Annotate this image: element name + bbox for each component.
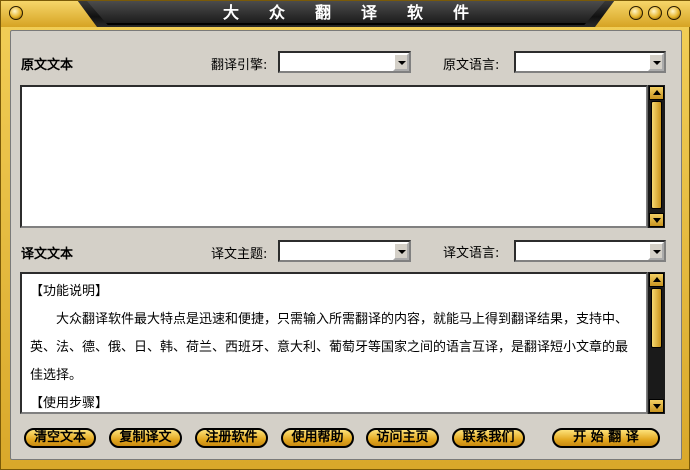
register-button[interactable]: 注册软件 bbox=[195, 428, 268, 448]
chevron-down-icon[interactable] bbox=[393, 53, 409, 71]
chevron-down-icon[interactable] bbox=[648, 242, 664, 260]
chevron-down-icon[interactable] bbox=[648, 53, 664, 71]
target-lang-select[interactable] bbox=[514, 240, 666, 262]
scroll-down-icon[interactable] bbox=[649, 399, 664, 413]
target-text: 【功能说明】 大众翻译软件最大特点是迅速和便捷，只需输入所需翻译的内容，就能马上… bbox=[22, 274, 646, 412]
close-button[interactable] bbox=[667, 6, 681, 20]
scroll-up-icon[interactable] bbox=[649, 86, 664, 100]
maximize-button[interactable] bbox=[648, 6, 662, 20]
app-menu-icon[interactable] bbox=[9, 6, 23, 20]
target-scrollbar[interactable] bbox=[647, 272, 665, 414]
output-paragraph: 【使用步骤】 bbox=[30, 396, 109, 411]
source-lang-label: 原文语言: bbox=[443, 58, 500, 73]
chevron-down-icon[interactable] bbox=[393, 242, 409, 260]
engine-label: 翻译引擎: bbox=[211, 58, 268, 73]
topic-label: 译文主题: bbox=[211, 247, 268, 262]
target-section-label: 译文文本 bbox=[21, 247, 74, 262]
scroll-up-icon[interactable] bbox=[649, 273, 664, 287]
help-button[interactable]: 使用帮助 bbox=[281, 428, 354, 448]
source-scrollbar[interactable] bbox=[647, 85, 665, 228]
target-text-output[interactable]: 【功能说明】 大众翻译软件最大特点是迅速和便捷，只需输入所需翻译的内容，就能马上… bbox=[20, 272, 648, 414]
source-text-input[interactable] bbox=[20, 85, 648, 228]
topic-select[interactable] bbox=[278, 240, 411, 262]
window-title: 大众翻译软件 bbox=[222, 3, 499, 22]
start-translate-button[interactable]: 开 始 翻 译 bbox=[552, 428, 660, 448]
minimize-button[interactable] bbox=[629, 6, 643, 20]
scroll-down-icon[interactable] bbox=[649, 213, 664, 227]
title-bar[interactable]: 大众翻译软件 bbox=[1, 1, 690, 27]
target-lang-label: 译文语言: bbox=[443, 246, 500, 261]
engine-select[interactable] bbox=[278, 51, 411, 73]
scroll-thumb[interactable] bbox=[651, 101, 662, 209]
output-paragraph: 大众翻译软件最大特点是迅速和便捷，只需输入所需翻译的内容，就能马上得到翻译结果，… bbox=[30, 312, 629, 383]
contact-button[interactable]: 联系我们 bbox=[452, 428, 525, 448]
output-paragraph: 【功能说明】 bbox=[30, 284, 109, 299]
clear-text-button[interactable]: 清空文本 bbox=[24, 428, 96, 448]
visit-home-button[interactable]: 访问主页 bbox=[366, 428, 439, 448]
copy-translation-button[interactable]: 复制译文 bbox=[109, 428, 182, 448]
source-lang-select[interactable] bbox=[514, 51, 666, 73]
scroll-thumb[interactable] bbox=[651, 288, 662, 348]
source-section-label: 原文文本 bbox=[21, 58, 74, 73]
